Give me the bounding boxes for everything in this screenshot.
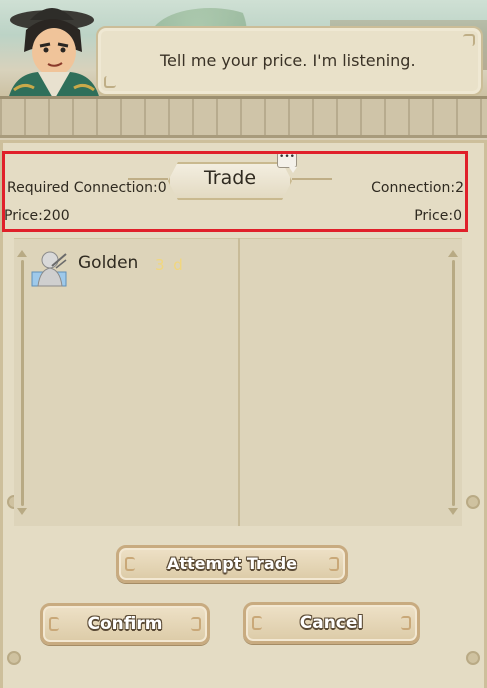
attempt-trade-button[interactable]: Attempt Trade: [116, 545, 348, 583]
button-ornament: [191, 617, 201, 631]
scroll-down-arrow-icon[interactable]: [448, 508, 458, 515]
dialog-bubble: Tell me your price. I'm listening.: [96, 26, 483, 96]
button-ornament: [125, 557, 135, 571]
scroll-up-arrow-icon[interactable]: [17, 250, 27, 257]
panel-corner-ornament: [466, 651, 480, 665]
speaker-portrait-icon: [8, 8, 100, 100]
right-scrollbar[interactable]: [452, 260, 455, 506]
panel-corner-ornament: [7, 651, 21, 665]
scroll-up-arrow-icon[interactable]: [448, 250, 458, 257]
button-ornament: [329, 557, 339, 571]
left-scrollbar[interactable]: [21, 260, 24, 506]
cancel-label: Cancel: [299, 613, 364, 633]
list-item[interactable]: Golden 3 d: [30, 248, 220, 288]
dialog-text: Tell me your price. I'm listening.: [160, 51, 416, 70]
golden-disciple-figure-icon: [31, 251, 67, 287]
item-name: Golden: [78, 253, 139, 273]
bubble-corner-decoration: [463, 34, 475, 46]
attempt-trade-label: Attempt Trade: [166, 554, 298, 573]
button-ornament: [401, 616, 411, 630]
wooden-rail: [0, 96, 487, 138]
column-divider: [238, 238, 240, 526]
trade-header-highlight: [2, 151, 468, 232]
panel-corner-ornament: [466, 495, 480, 509]
confirm-label: Confirm: [87, 614, 163, 634]
confirm-button[interactable]: Confirm: [40, 603, 210, 645]
button-ornament: [49, 617, 59, 631]
button-ornament: [252, 616, 262, 630]
their-item-list[interactable]: [240, 238, 462, 526]
scroll-down-arrow-icon[interactable]: [17, 508, 27, 515]
item-duration: 3 d: [155, 256, 185, 274]
cancel-button[interactable]: Cancel: [243, 602, 420, 644]
